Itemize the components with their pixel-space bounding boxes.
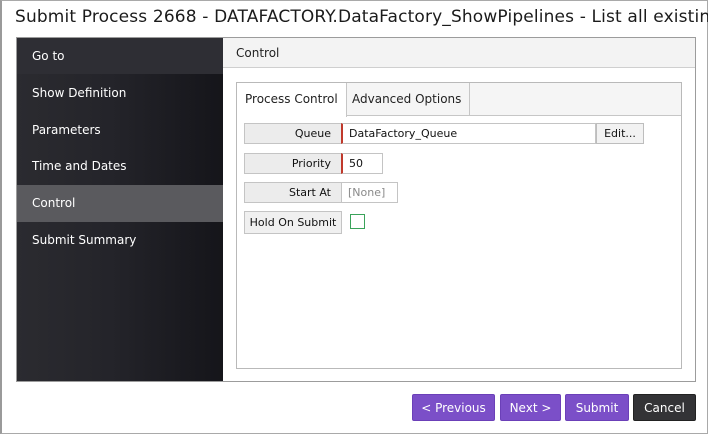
start-at-input[interactable] xyxy=(341,182,398,203)
start-at-label: Start At xyxy=(244,182,342,203)
hold-on-submit-button[interactable]: Hold On Submit xyxy=(244,211,342,234)
tab-panel: Process Control Advanced Options Queue E… xyxy=(236,82,682,369)
content-pane: Control Process Control Advanced Options… xyxy=(223,38,695,381)
hold-on-submit-checkbox[interactable] xyxy=(350,214,365,229)
submit-process-dialog: Submit Process 2668 - DATAFACTORY.DataFa… xyxy=(0,0,708,434)
previous-button[interactable]: < Previous xyxy=(412,394,495,421)
section-title: Control xyxy=(223,38,695,68)
queue-edit-button[interactable]: Edit... xyxy=(596,123,644,144)
dialog-title: Submit Process 2668 - DATAFACTORY.DataFa… xyxy=(15,7,708,27)
priority-label: Priority xyxy=(244,153,342,174)
sidebar-item-show-definition[interactable]: Show Definition xyxy=(17,75,223,112)
sidebar-item-control[interactable]: Control xyxy=(17,185,223,222)
sidebar-item-time-and-dates[interactable]: Time and Dates xyxy=(17,148,223,185)
sidebar: Go to Show Definition Parameters Time an… xyxy=(17,38,223,381)
dialog-body: Go to Show Definition Parameters Time an… xyxy=(16,37,696,382)
tab-strip: Process Control Advanced Options xyxy=(237,83,681,117)
sidebar-item-goto: Go to xyxy=(32,49,65,63)
sidebar-item-parameters[interactable]: Parameters xyxy=(17,112,223,149)
tab-process-control[interactable]: Process Control xyxy=(237,83,347,117)
submit-button[interactable]: Submit xyxy=(565,394,629,421)
tab-advanced-options[interactable]: Advanced Options xyxy=(344,83,471,116)
next-button[interactable]: Next > xyxy=(500,394,561,421)
queue-label: Queue xyxy=(244,123,342,144)
sidebar-item-submit-summary[interactable]: Submit Summary xyxy=(17,222,223,259)
priority-input[interactable] xyxy=(341,153,383,174)
queue-input[interactable] xyxy=(341,123,596,144)
cancel-button[interactable]: Cancel xyxy=(633,394,696,421)
